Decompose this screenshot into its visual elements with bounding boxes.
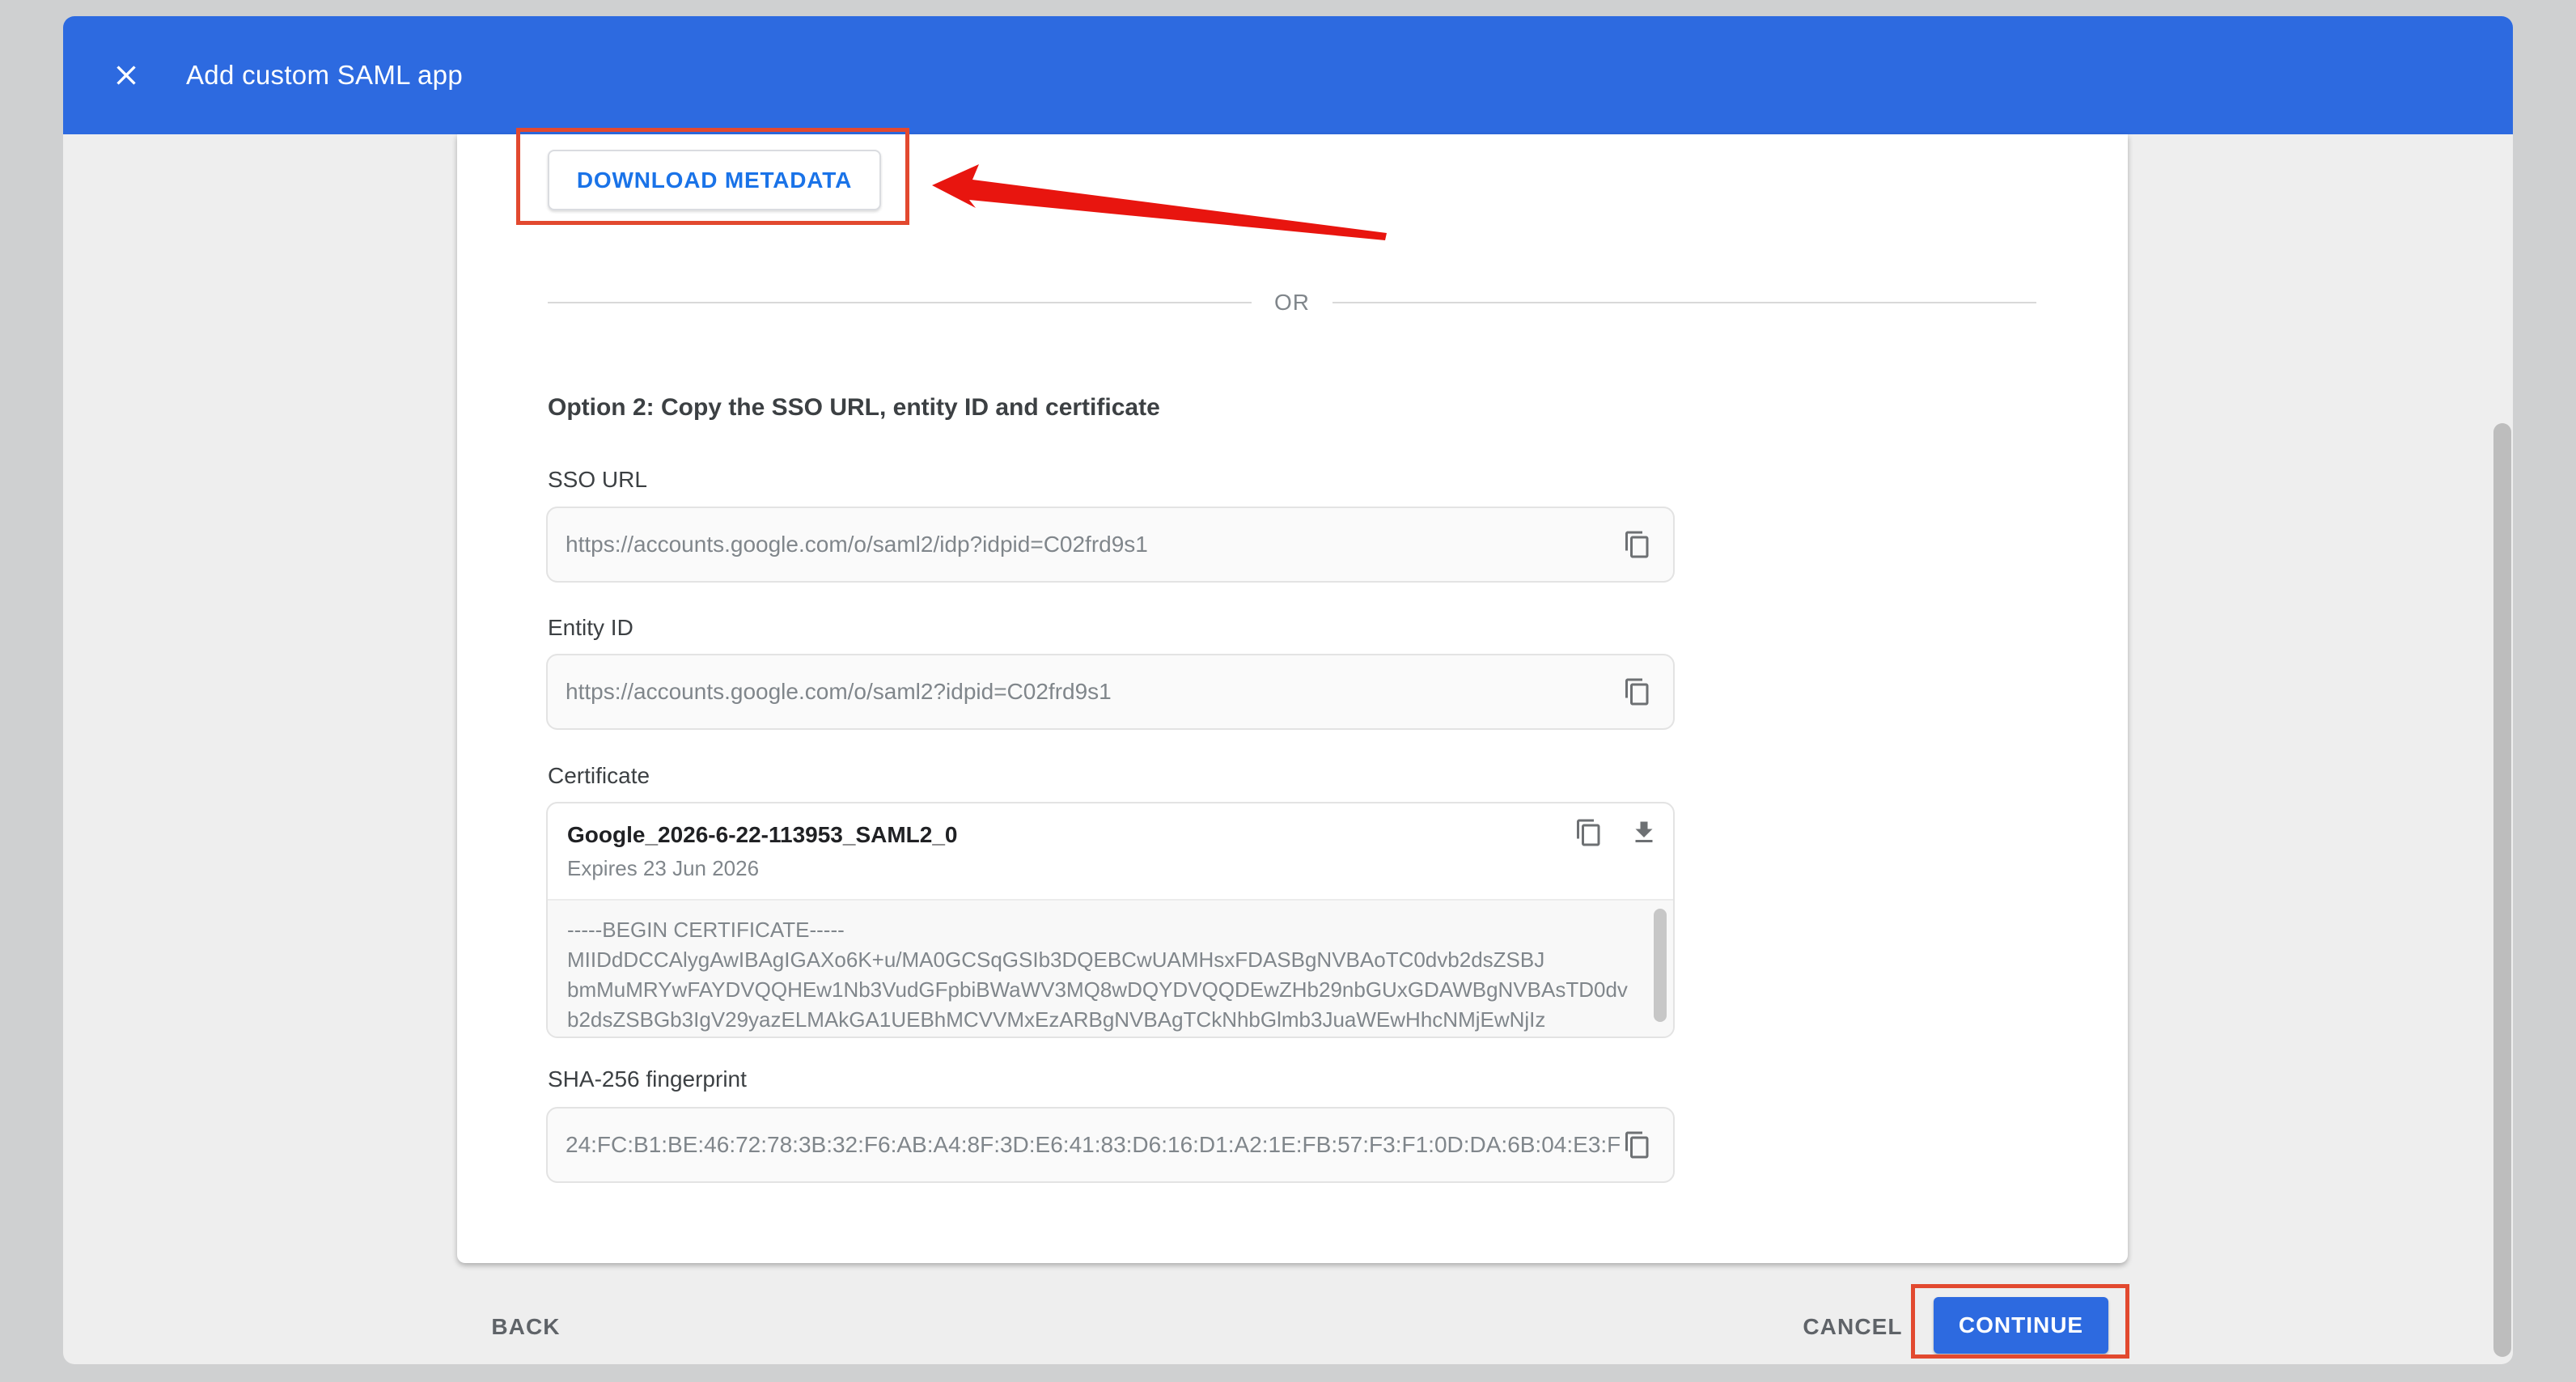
cancel-button[interactable]: CANCEL: [1798, 1309, 1908, 1345]
sso-url-label: SSO URL: [548, 467, 647, 493]
close-icon[interactable]: [108, 57, 144, 93]
certificate-body[interactable]: -----BEGIN CERTIFICATE----- MIIDdDCCAlyg…: [548, 899, 1673, 1036]
certificate-header: Google_2026-6-22-113953_SAML2_0 Expires …: [548, 803, 1673, 899]
copy-icon[interactable]: [1571, 815, 1607, 850]
download-metadata-button[interactable]: DOWNLOAD METADATA: [548, 150, 881, 210]
continue-button[interactable]: CONTINUE: [1934, 1297, 2108, 1354]
copy-icon[interactable]: [1620, 527, 1655, 562]
dialog-title: Add custom SAML app: [186, 60, 463, 91]
certificate-card: Google_2026-6-22-113953_SAML2_0 Expires …: [546, 802, 1675, 1038]
certificate-line: bmMuMRYwFAYDVQQHEw1Nb3VudGFpbiBWaWV3MQ8w…: [567, 975, 1654, 1005]
certificate-name: Google_2026-6-22-113953_SAML2_0: [567, 822, 1673, 848]
certificate-line: -----BEGIN CERTIFICATE-----: [567, 915, 1654, 945]
certificate-expiry: Expires 23 Jun 2026: [567, 856, 1673, 881]
certificate-label: Certificate: [548, 763, 650, 789]
dialog-header: Add custom SAML app: [63, 16, 2513, 134]
or-label: OR: [1252, 290, 1332, 316]
certificate-line: b2dsZSBGb3IgV29yazELMAkGA1UEBhMCVVMxEzAR…: [567, 1005, 1654, 1035]
sso-url-field: https://accounts.google.com/o/saml2/idp?…: [546, 507, 1675, 583]
page-scrollbar[interactable]: [2493, 423, 2511, 1357]
download-icon[interactable]: [1626, 815, 1662, 850]
or-divider: OR: [548, 288, 2036, 317]
entity-id-field: https://accounts.google.com/o/saml2?idpi…: [546, 654, 1675, 730]
option2-heading: Option 2: Copy the SSO URL, entity ID an…: [548, 394, 1160, 422]
entity-id-value: https://accounts.google.com/o/saml2?idpi…: [548, 679, 1620, 705]
entity-id-label: Entity ID: [548, 615, 633, 641]
sha256-value: 24:FC:B1:BE:46:72:78:3B:32:F6:AB:A4:8F:3…: [548, 1132, 1620, 1158]
certificate-line: MIIDdDCCAlygAwIBAgIGAXo6K+u/MA0GCSqGSIb3…: [567, 945, 1654, 975]
divider-line-left: [548, 302, 1252, 303]
sha256-label: SHA-256 fingerprint: [548, 1066, 747, 1092]
certificate-scrollbar[interactable]: [1654, 909, 1667, 1022]
back-button[interactable]: BACK: [487, 1309, 565, 1345]
sha256-field: 24:FC:B1:BE:46:72:78:3B:32:F6:AB:A4:8F:3…: [546, 1107, 1675, 1183]
copy-icon[interactable]: [1620, 674, 1655, 710]
copy-icon[interactable]: [1620, 1127, 1655, 1163]
certificate-actions: [1571, 815, 1662, 850]
divider-line-right: [1332, 302, 2036, 303]
sso-url-value: https://accounts.google.com/o/saml2/idp?…: [548, 532, 1620, 557]
